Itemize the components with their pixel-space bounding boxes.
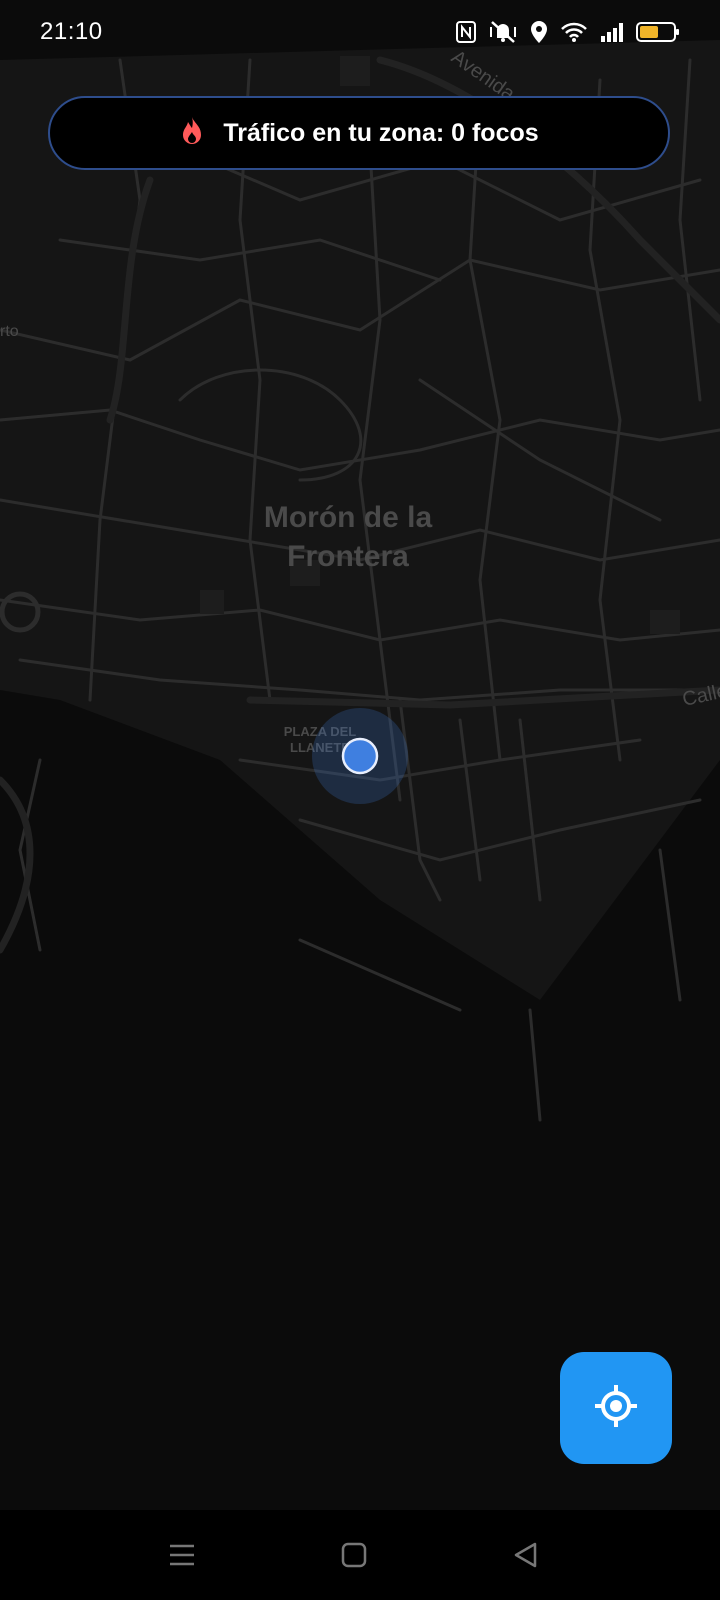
system-nav-bar — [0, 1510, 720, 1600]
nfc-icon — [456, 21, 476, 43]
city-label-line2: Frontera — [287, 540, 409, 573]
vibrate-off-icon — [488, 20, 518, 44]
status-bar: 21:10 — [0, 0, 720, 64]
status-icons — [456, 20, 680, 44]
menu-icon[interactable] — [162, 1535, 202, 1575]
signal-icon — [600, 22, 624, 42]
fire-icon — [179, 116, 205, 151]
home-icon[interactable] — [334, 1535, 374, 1575]
location-icon — [530, 20, 548, 44]
status-time: 21:10 — [40, 18, 103, 45]
traffic-banner-text: Tráfico en tu zona: 0 focos — [223, 118, 539, 147]
wifi-icon — [560, 21, 588, 43]
user-location-marker — [312, 708, 408, 804]
back-icon[interactable] — [506, 1535, 546, 1575]
city-label: Morón de la — [264, 501, 433, 534]
my-location-icon — [592, 1382, 640, 1435]
map-view[interactable]: Morón de la Frontera PLAZA DEL LLANETE A… — [0, 0, 720, 1510]
traffic-banner[interactable]: Tráfico en tu zona: 0 focos — [48, 96, 670, 170]
street-label-left: rto — [0, 323, 19, 340]
battery-icon — [636, 21, 680, 43]
my-location-button[interactable] — [560, 1352, 672, 1464]
